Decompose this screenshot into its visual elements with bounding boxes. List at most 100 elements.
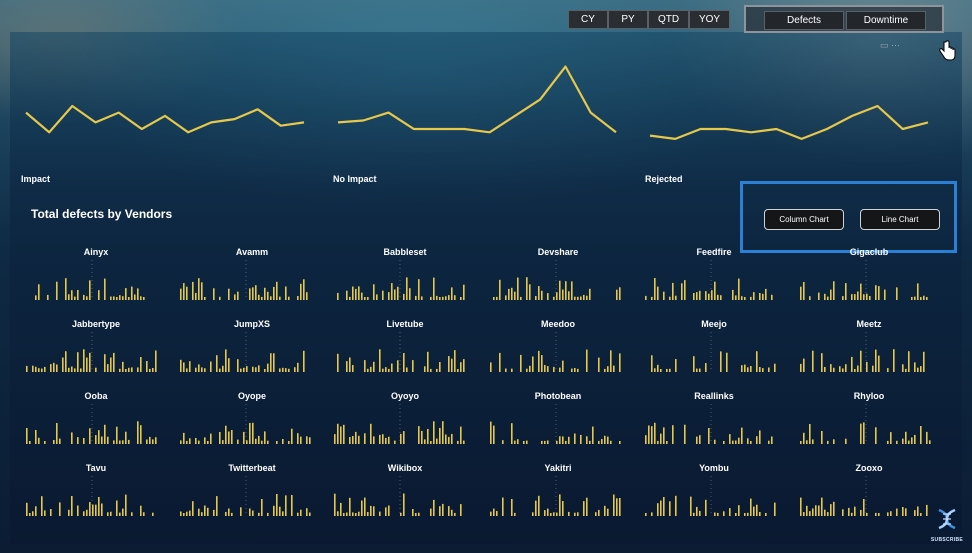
mini-bar (619, 287, 621, 300)
mini-bar (343, 513, 345, 516)
mini-bar (394, 440, 396, 444)
mini-bar (373, 436, 375, 444)
mini-bar (809, 511, 811, 516)
mini-bar (65, 351, 67, 372)
mini-bar (920, 513, 922, 516)
mini-bar (580, 434, 582, 444)
mini-bar (699, 290, 701, 300)
mini-bar (222, 365, 224, 372)
mini-bar (228, 508, 230, 516)
mini-bar (355, 431, 357, 444)
mini-bar (720, 295, 722, 300)
mini-bar (95, 435, 97, 444)
mini-bar (370, 505, 372, 516)
mini-bar (337, 353, 339, 372)
mini-bar (113, 352, 115, 372)
mini-bar (285, 368, 287, 372)
mini-bar (454, 350, 456, 372)
mini-bar (442, 503, 444, 516)
mini-bar (812, 439, 814, 444)
mini-bar (651, 426, 653, 444)
mini-bar (586, 349, 588, 372)
mini-bar (352, 512, 354, 516)
mini-bar (56, 281, 58, 300)
mini-bar (544, 365, 546, 372)
mini-bar (738, 505, 740, 516)
mini-bar (565, 440, 567, 444)
mini-bar (875, 427, 877, 444)
mini-bar (517, 439, 519, 444)
mini-bar (237, 291, 239, 300)
mini-bar (920, 366, 922, 372)
mini-bar (32, 511, 34, 516)
mini-bar (433, 277, 435, 300)
mini-bar (732, 440, 734, 444)
mini-bar (714, 512, 716, 516)
mini-bar (430, 441, 432, 444)
mini-bar (651, 355, 653, 372)
mini-bar (571, 281, 573, 300)
mini-bar (738, 437, 740, 444)
mini-bar (418, 512, 420, 516)
mini-bar (806, 440, 808, 444)
mini-bar (532, 512, 534, 516)
mini-bar (827, 440, 829, 444)
mini-bar (406, 367, 408, 372)
mini-bar (514, 440, 516, 444)
mini-bar (854, 294, 856, 300)
mini-bar (119, 368, 121, 372)
mini-bar (252, 366, 254, 372)
mini-bar (352, 436, 354, 444)
mini-bar (544, 440, 546, 444)
mini-bar (869, 296, 871, 300)
mini-bar (920, 297, 922, 300)
mini-bar (388, 292, 390, 300)
mini-bar (261, 499, 263, 516)
mini-bar (421, 296, 423, 300)
mini-bar (616, 498, 618, 516)
mini-bar (35, 366, 37, 372)
mini-bar (511, 368, 513, 372)
mini-bar (830, 504, 832, 516)
mini-bar (914, 362, 916, 372)
mini-bar (373, 284, 375, 300)
mini-bar (866, 361, 868, 372)
mini-bar (273, 286, 275, 300)
mini-bar (267, 291, 269, 300)
mini-bar (113, 440, 115, 444)
mini-bar (300, 436, 302, 444)
mini-bar (747, 367, 749, 372)
mini-bar (607, 508, 609, 516)
mini-bar (675, 495, 677, 516)
mini-bar (68, 294, 70, 300)
mini-bar (463, 359, 465, 372)
mini-bar (228, 288, 230, 300)
mini-bar (152, 439, 154, 444)
mini-bar (349, 437, 351, 444)
mini-bar (577, 512, 579, 516)
mini-bar (243, 367, 245, 372)
mini-bar (544, 510, 546, 516)
mini-bar (367, 512, 369, 516)
mini-bar (750, 366, 752, 372)
mini-bar (759, 367, 761, 372)
mini-bar (343, 424, 345, 444)
mini-bar (201, 367, 203, 372)
mini-bar (463, 440, 465, 444)
mini-bar (598, 440, 600, 444)
mini-bar (559, 367, 561, 372)
subscribe-badge[interactable]: SUBSCRIBE (928, 506, 966, 543)
mini-bar (35, 506, 37, 516)
mini-bar (50, 364, 52, 372)
mini-bar (887, 512, 889, 516)
mini-bar (134, 294, 136, 300)
mini-bar (917, 283, 919, 300)
mini-bar (183, 432, 185, 444)
mini-bar (213, 509, 215, 516)
mini-bar (851, 294, 853, 300)
mini-bar (463, 284, 465, 300)
mini-bar (276, 281, 278, 300)
mini-bar (385, 507, 387, 516)
mini-bar (666, 441, 668, 444)
mini-bar (71, 496, 73, 516)
